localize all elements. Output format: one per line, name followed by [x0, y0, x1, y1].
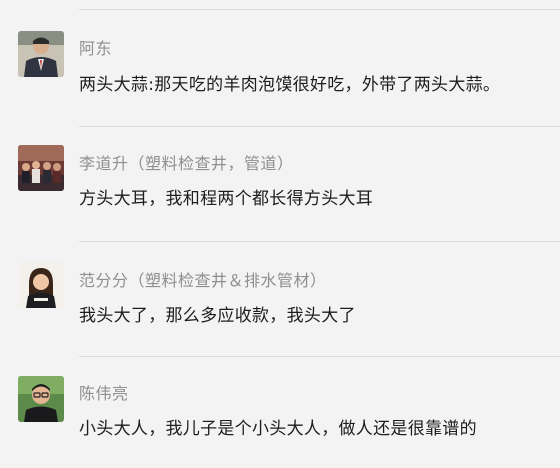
comment-list: 阿东 两头大蒜:那天吃的羊肉泡馍很好吃，外带了两头大蒜。 李道升（塑料检查井，管… [0, 0, 560, 444]
comment-author[interactable]: 陈伟亮 [79, 380, 129, 404]
divider [79, 126, 560, 127]
divider [79, 356, 560, 357]
avatar-man-glasses-icon[interactable] [18, 376, 64, 422]
divider [79, 9, 560, 10]
comment-text: 方头大耳，我和程两个都长得方头大耳 [79, 189, 374, 209]
comment-item: 陈伟亮 小头大人，我儿子是个小头大人，做人还是很靠谱的 [0, 358, 560, 468]
comment-text: 我头大了，那么多应收款，我头大了 [79, 306, 356, 326]
divider [79, 241, 560, 242]
comment-author[interactable]: 范分分（塑料检查井＆排水管材） [79, 267, 327, 291]
avatar-man-suit-icon[interactable] [18, 31, 64, 77]
avatar-group-photo-icon[interactable] [18, 145, 64, 191]
comment-item: 范分分（塑料检查井＆排水管材） 我头大了，那么多应收款，我头大了 [0, 243, 560, 353]
comment-author[interactable]: 阿东 [79, 35, 112, 59]
comment-item: 李道升（塑料检查井，管道） 方头大耳，我和程两个都长得方头大耳 [0, 128, 560, 238]
avatar-woman-icon[interactable] [18, 262, 64, 308]
comment-text: 小头大人，我儿子是个小头大人，做人还是很靠谱的 [79, 419, 477, 439]
comment-item: 阿东 两头大蒜:那天吃的羊肉泡馍很好吃，外带了两头大蒜。 [0, 12, 560, 122]
comment-author[interactable]: 李道升（塑料检查井，管道） [79, 150, 294, 174]
comment-text: 两头大蒜:那天吃的羊肉泡馍很好吃，外带了两头大蒜。 [79, 75, 501, 95]
